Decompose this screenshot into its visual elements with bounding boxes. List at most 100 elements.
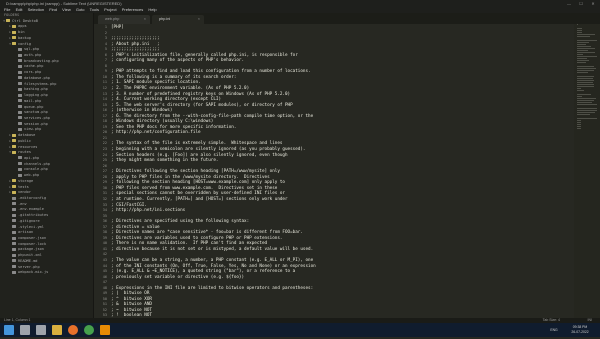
minimap-line — [577, 70, 594, 71]
minimize-button[interactable]: — — [564, 0, 574, 7]
file-icon — [12, 259, 16, 263]
minimap-line — [577, 48, 595, 49]
language-indicator[interactable]: ENG — [548, 323, 560, 337]
code-line[interactable]: ; at runtime. Currently, [PATH=] and [HO… — [111, 197, 316, 203]
minimap-line — [577, 24, 578, 25]
minimap-line — [577, 124, 581, 125]
file-icon — [18, 173, 22, 177]
minimap-line — [577, 110, 597, 111]
sidebar-item-label: bin — [18, 30, 25, 35]
sidebar-item-label: tests — [18, 184, 29, 189]
file-icon — [18, 70, 22, 74]
chrome-icon[interactable] — [84, 325, 94, 335]
minimap-line — [577, 36, 590, 37]
minimap-line — [577, 94, 591, 95]
minimap-line — [577, 46, 591, 47]
task-view-icon[interactable] — [36, 325, 46, 335]
folder-icon — [12, 133, 16, 137]
code-line[interactable]: ; The value can be a string, a number, a… — [111, 258, 316, 264]
file-icon — [18, 64, 22, 68]
sidebar-item[interactable]: webpack.mix.js — [0, 270, 93, 276]
tab-label: web.php — [105, 17, 120, 21]
tab-web-php[interactable]: web.php × — [98, 15, 150, 24]
sidebar-item-label: backup — [18, 35, 31, 40]
minimap-line — [577, 76, 594, 77]
tab-close-icon[interactable]: × — [198, 15, 200, 24]
sidebar-item-label: api.php — [24, 155, 40, 160]
file-icon — [12, 225, 16, 229]
close-button[interactable]: ✕ — [588, 0, 598, 7]
window-title: D:\xampp\php\php.ini (xampp) - Sublime T… — [6, 1, 122, 6]
folder-icon — [12, 36, 16, 40]
minimap-line — [577, 108, 597, 109]
minimap-line — [577, 122, 581, 123]
minimap-line — [577, 82, 593, 83]
sidebar-item-label: server.php — [18, 264, 40, 269]
file-icon — [12, 219, 16, 223]
sidebar-item-label: storage — [18, 178, 34, 183]
file-icon — [18, 53, 22, 57]
minimap-line — [577, 88, 581, 89]
minimap-line — [577, 30, 582, 31]
file-icon — [18, 127, 22, 131]
sidebar-item-label: mail.php — [24, 98, 42, 103]
windows-taskbar: ENG 09:38 PM 26-07-2022 — [0, 323, 600, 337]
windows-start-icon[interactable] — [4, 325, 14, 335]
code-line[interactable]: ; (e.g. E_ALL & ~E_NOTICE), a quoted str… — [111, 269, 316, 275]
sidebar-item-label: filesystems.php — [24, 81, 57, 86]
sidebar-item-label: webpack.mix.js — [18, 270, 49, 275]
minimap-line — [577, 58, 587, 59]
code-line[interactable]: ; Directive names are *case sensitive* -… — [111, 230, 316, 236]
file-explorer-icon[interactable] — [52, 325, 62, 335]
code-view[interactable]: [PHP];;;;;;;;;;;;;;;;;;;; About php.ini … — [111, 24, 316, 318]
file-icon — [18, 105, 22, 108]
file-icon — [12, 265, 16, 269]
sidebar-item-label: database — [18, 133, 36, 138]
file-icon — [18, 122, 22, 126]
file-icon — [18, 93, 22, 97]
sublime-text-icon[interactable] — [100, 325, 110, 335]
sidebar-item-label: vendor — [18, 190, 31, 195]
minimap-line — [577, 66, 594, 67]
folder-icon — [6, 19, 10, 23]
folder-icon — [12, 190, 16, 194]
file-icon — [12, 242, 16, 246]
file-icon — [12, 213, 16, 217]
sidebar-item-label: composer.json — [18, 236, 47, 241]
sidebar-item-label: .gitignore — [18, 218, 40, 223]
file-icon — [12, 253, 16, 257]
sidebar-item-label: cache.php — [24, 64, 44, 69]
minimap-line — [577, 42, 589, 43]
tab-bar: web.php × php.ini × — [94, 13, 600, 24]
file-icon — [18, 76, 22, 80]
sidebar-item-label: sql.php — [24, 47, 40, 52]
minimap-line — [577, 104, 597, 105]
editor-area[interactable]: 1 2 3 4 5 6 7 8 9 10 11 12 13 14 15 16 17 18 19 20 21 22 23 24 2… — [94, 24, 600, 318]
minimap-line — [577, 120, 581, 121]
minimap-line — [577, 56, 597, 57]
sidebar-item-label: package.json — [18, 247, 44, 252]
minimap-line — [577, 34, 595, 35]
file-icon — [12, 270, 16, 274]
file-icon — [12, 236, 16, 240]
sidebar-item-label: artisan — [18, 230, 34, 235]
file-icon — [12, 207, 16, 211]
code-line[interactable]: ; beginning with a semicolon are silentl… — [111, 147, 316, 153]
file-icon — [12, 196, 16, 200]
minimap-line — [577, 126, 581, 127]
tab-close-icon[interactable]: × — [144, 15, 146, 24]
folder-icon — [12, 150, 16, 154]
tab-php-ini[interactable]: php.ini × — [152, 15, 204, 24]
sidebar-item-label: config — [18, 41, 31, 46]
file-icon — [12, 230, 16, 234]
sidebar-item-label: web.php — [24, 173, 40, 178]
search-icon[interactable] — [20, 325, 30, 335]
minimap[interactable] — [574, 24, 600, 318]
minimap-line — [577, 72, 588, 73]
maximize-button[interactable]: ☐ — [576, 0, 586, 7]
code-line[interactable]: ; directive because it is not set or is … — [111, 247, 316, 253]
file-icon — [18, 162, 22, 166]
folder-icon — [12, 24, 16, 28]
minimap-line — [577, 86, 594, 87]
firefox-icon[interactable] — [68, 325, 78, 335]
